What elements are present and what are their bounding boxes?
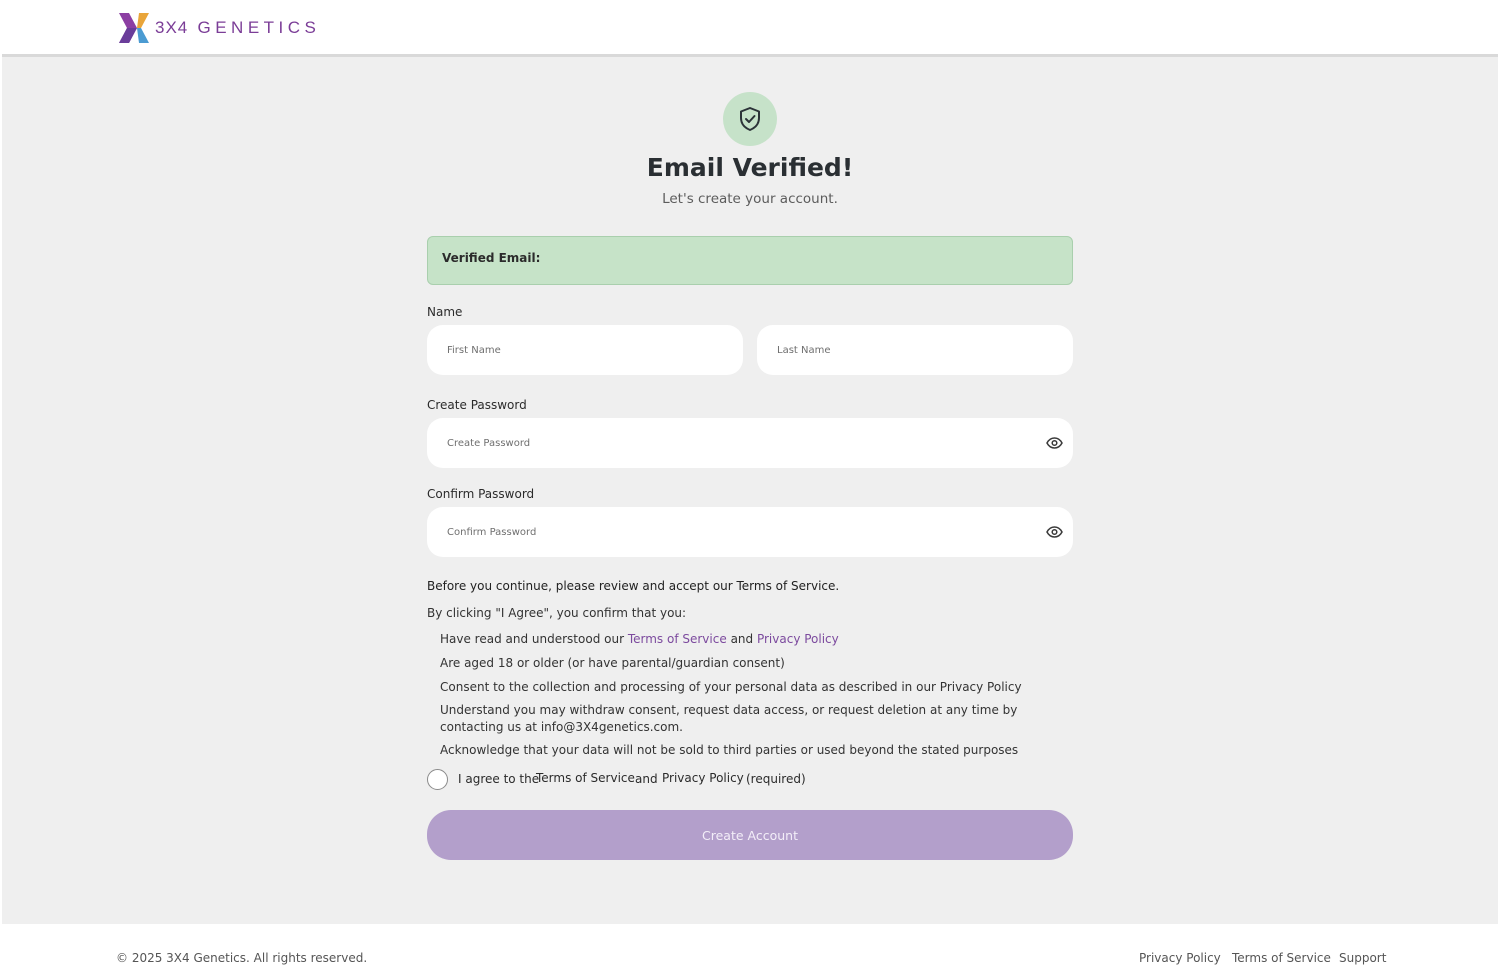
footer-privacy-link[interactable]: Privacy Policy (1139, 951, 1221, 965)
terms-bullet-3: Consent to the collection and processing… (440, 680, 1022, 694)
page-subtitle: Let's create your account. (662, 191, 838, 207)
terms-heading: Before you continue, please review and a… (427, 579, 840, 593)
confirm-password-label: Confirm Password (427, 487, 535, 501)
page-title: Email Verified! (646, 153, 854, 182)
footer-terms-link[interactable]: Terms of Service (1232, 951, 1331, 965)
shield-check-icon (723, 92, 777, 146)
terms-bullet-5: Acknowledge that your data will not be s… (440, 743, 1019, 757)
agree-required-note: (required) (746, 772, 806, 786)
create-password-input[interactable] (427, 418, 1073, 468)
verified-email-banner: Verified Email: (427, 236, 1073, 285)
eye-icon[interactable] (1045, 434, 1063, 452)
first-name-input[interactable] (427, 325, 743, 375)
agree-row: I agree to the Terms of Service and Priv… (427, 769, 1073, 791)
create-password-label: Create Password (427, 398, 527, 412)
logo-wordmark: 3X4 GENETICS (155, 18, 320, 38)
logo-x-icon (119, 13, 149, 43)
agree-prefix: I agree to the (458, 772, 540, 786)
terms-bullet-1: Have read and understood our Terms of Se… (440, 631, 1060, 648)
name-label: Name (427, 305, 463, 319)
agree-checkbox[interactable] (427, 769, 448, 790)
create-account-button[interactable]: Create Account (427, 810, 1073, 860)
terms-bullet-2: Are aged 18 or older (or have parental/g… (440, 656, 785, 670)
terms-intro: By clicking "I Agree", you confirm that … (427, 606, 687, 620)
agree-privacy-link[interactable]: Privacy Policy (662, 771, 744, 785)
terms-bullet-1-text: Have read and understood our (440, 632, 625, 646)
agree-terms-link[interactable]: Terms of Service (536, 771, 635, 785)
terms-of-service-link[interactable]: Terms of Service (628, 632, 727, 646)
terms-bullet-4: Understand you may withdraw consent, req… (440, 703, 1018, 734)
main-content: Email Verified! Let's create your accoun… (2, 57, 1498, 924)
footer: © 2025 3X4 Genetics. All rights reserved… (0, 924, 1500, 971)
agree-and: and (635, 772, 658, 786)
footer-support-link[interactable]: Support (1339, 951, 1386, 965)
page: 3X4 GENETICS Email Verified! Let's creat… (0, 0, 1500, 971)
confirm-password-input[interactable] (427, 507, 1073, 557)
verified-email-label: Verified Email: (442, 251, 541, 265)
last-name-input[interactable] (757, 325, 1073, 375)
privacy-policy-link[interactable]: Privacy Policy (757, 632, 839, 646)
terms-bullet-1-and: and (730, 632, 754, 646)
eye-icon[interactable] (1045, 523, 1063, 541)
brand-logo[interactable]: 3X4 GENETICS (117, 13, 320, 43)
copyright-text: © 2025 3X4 Genetics. All rights reserved… (116, 951, 368, 965)
logo-word: GENETICS (197, 18, 321, 37)
header: 3X4 GENETICS (2, 0, 1498, 57)
logo-number: 3X4 (155, 18, 189, 37)
